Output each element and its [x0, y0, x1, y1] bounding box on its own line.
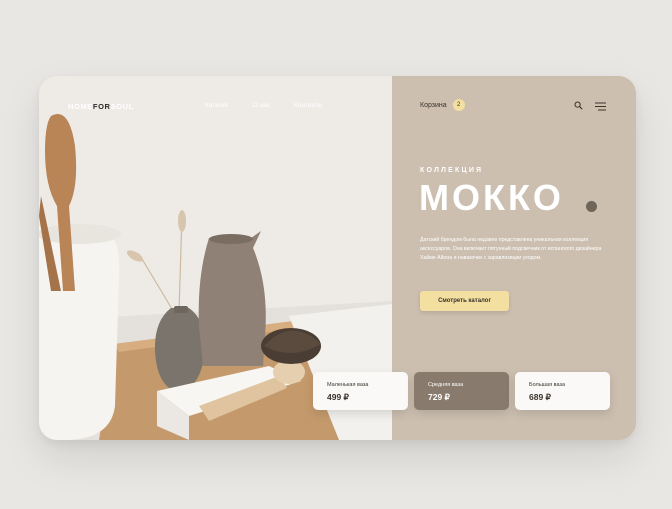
cart-label: Корзина: [420, 101, 447, 109]
product-name: Большая ваза: [529, 382, 566, 388]
title-dot: [586, 201, 597, 212]
cart-button[interactable]: Корзина 2: [420, 99, 465, 111]
logo-part-for: FOR: [92, 102, 111, 111]
product-name: Маленькая ваза: [327, 382, 369, 388]
nav-item-contacts[interactable]: Контакты: [294, 102, 322, 109]
view-catalog-button[interactable]: Смотреть каталог: [420, 291, 509, 311]
logo-part-soul: SOUL: [110, 102, 134, 111]
search-icon[interactable]: [574, 101, 583, 110]
brand-logo[interactable]: HOMEFORSOUL: [68, 102, 134, 111]
product-price: 729 ₽: [428, 392, 450, 402]
product-card-small-vase[interactable]: Маленькая ваза 499 ₽: [313, 372, 408, 410]
cart-count-badge: 2: [452, 99, 465, 111]
product-name: Средняя ваза: [428, 382, 464, 388]
nav-item-catalog[interactable]: Каталог: [205, 102, 229, 109]
nav-item-about[interactable]: О нас: [253, 102, 270, 109]
hero-card: HOMEFORSOUL Каталог О нас Контакты Корзи…: [39, 76, 636, 440]
logo-part-home: HOME: [68, 102, 93, 111]
menu-icon[interactable]: [595, 102, 606, 111]
main-nav: Каталог О нас Контакты: [205, 102, 322, 109]
product-price: 499 ₽: [327, 392, 349, 402]
collection-eyebrow: КОЛЛЕКЦИЯ: [420, 167, 484, 174]
product-card-medium-vase[interactable]: Средняя ваза 729 ₽: [414, 372, 509, 410]
collection-title: МОККО: [419, 177, 564, 218]
product-card-large-vase[interactable]: Большая ваза 689 ₽: [515, 372, 610, 410]
collection-description: Датский брендом была недавно представлен…: [420, 237, 602, 261]
product-price: 689 ₽: [529, 392, 551, 402]
